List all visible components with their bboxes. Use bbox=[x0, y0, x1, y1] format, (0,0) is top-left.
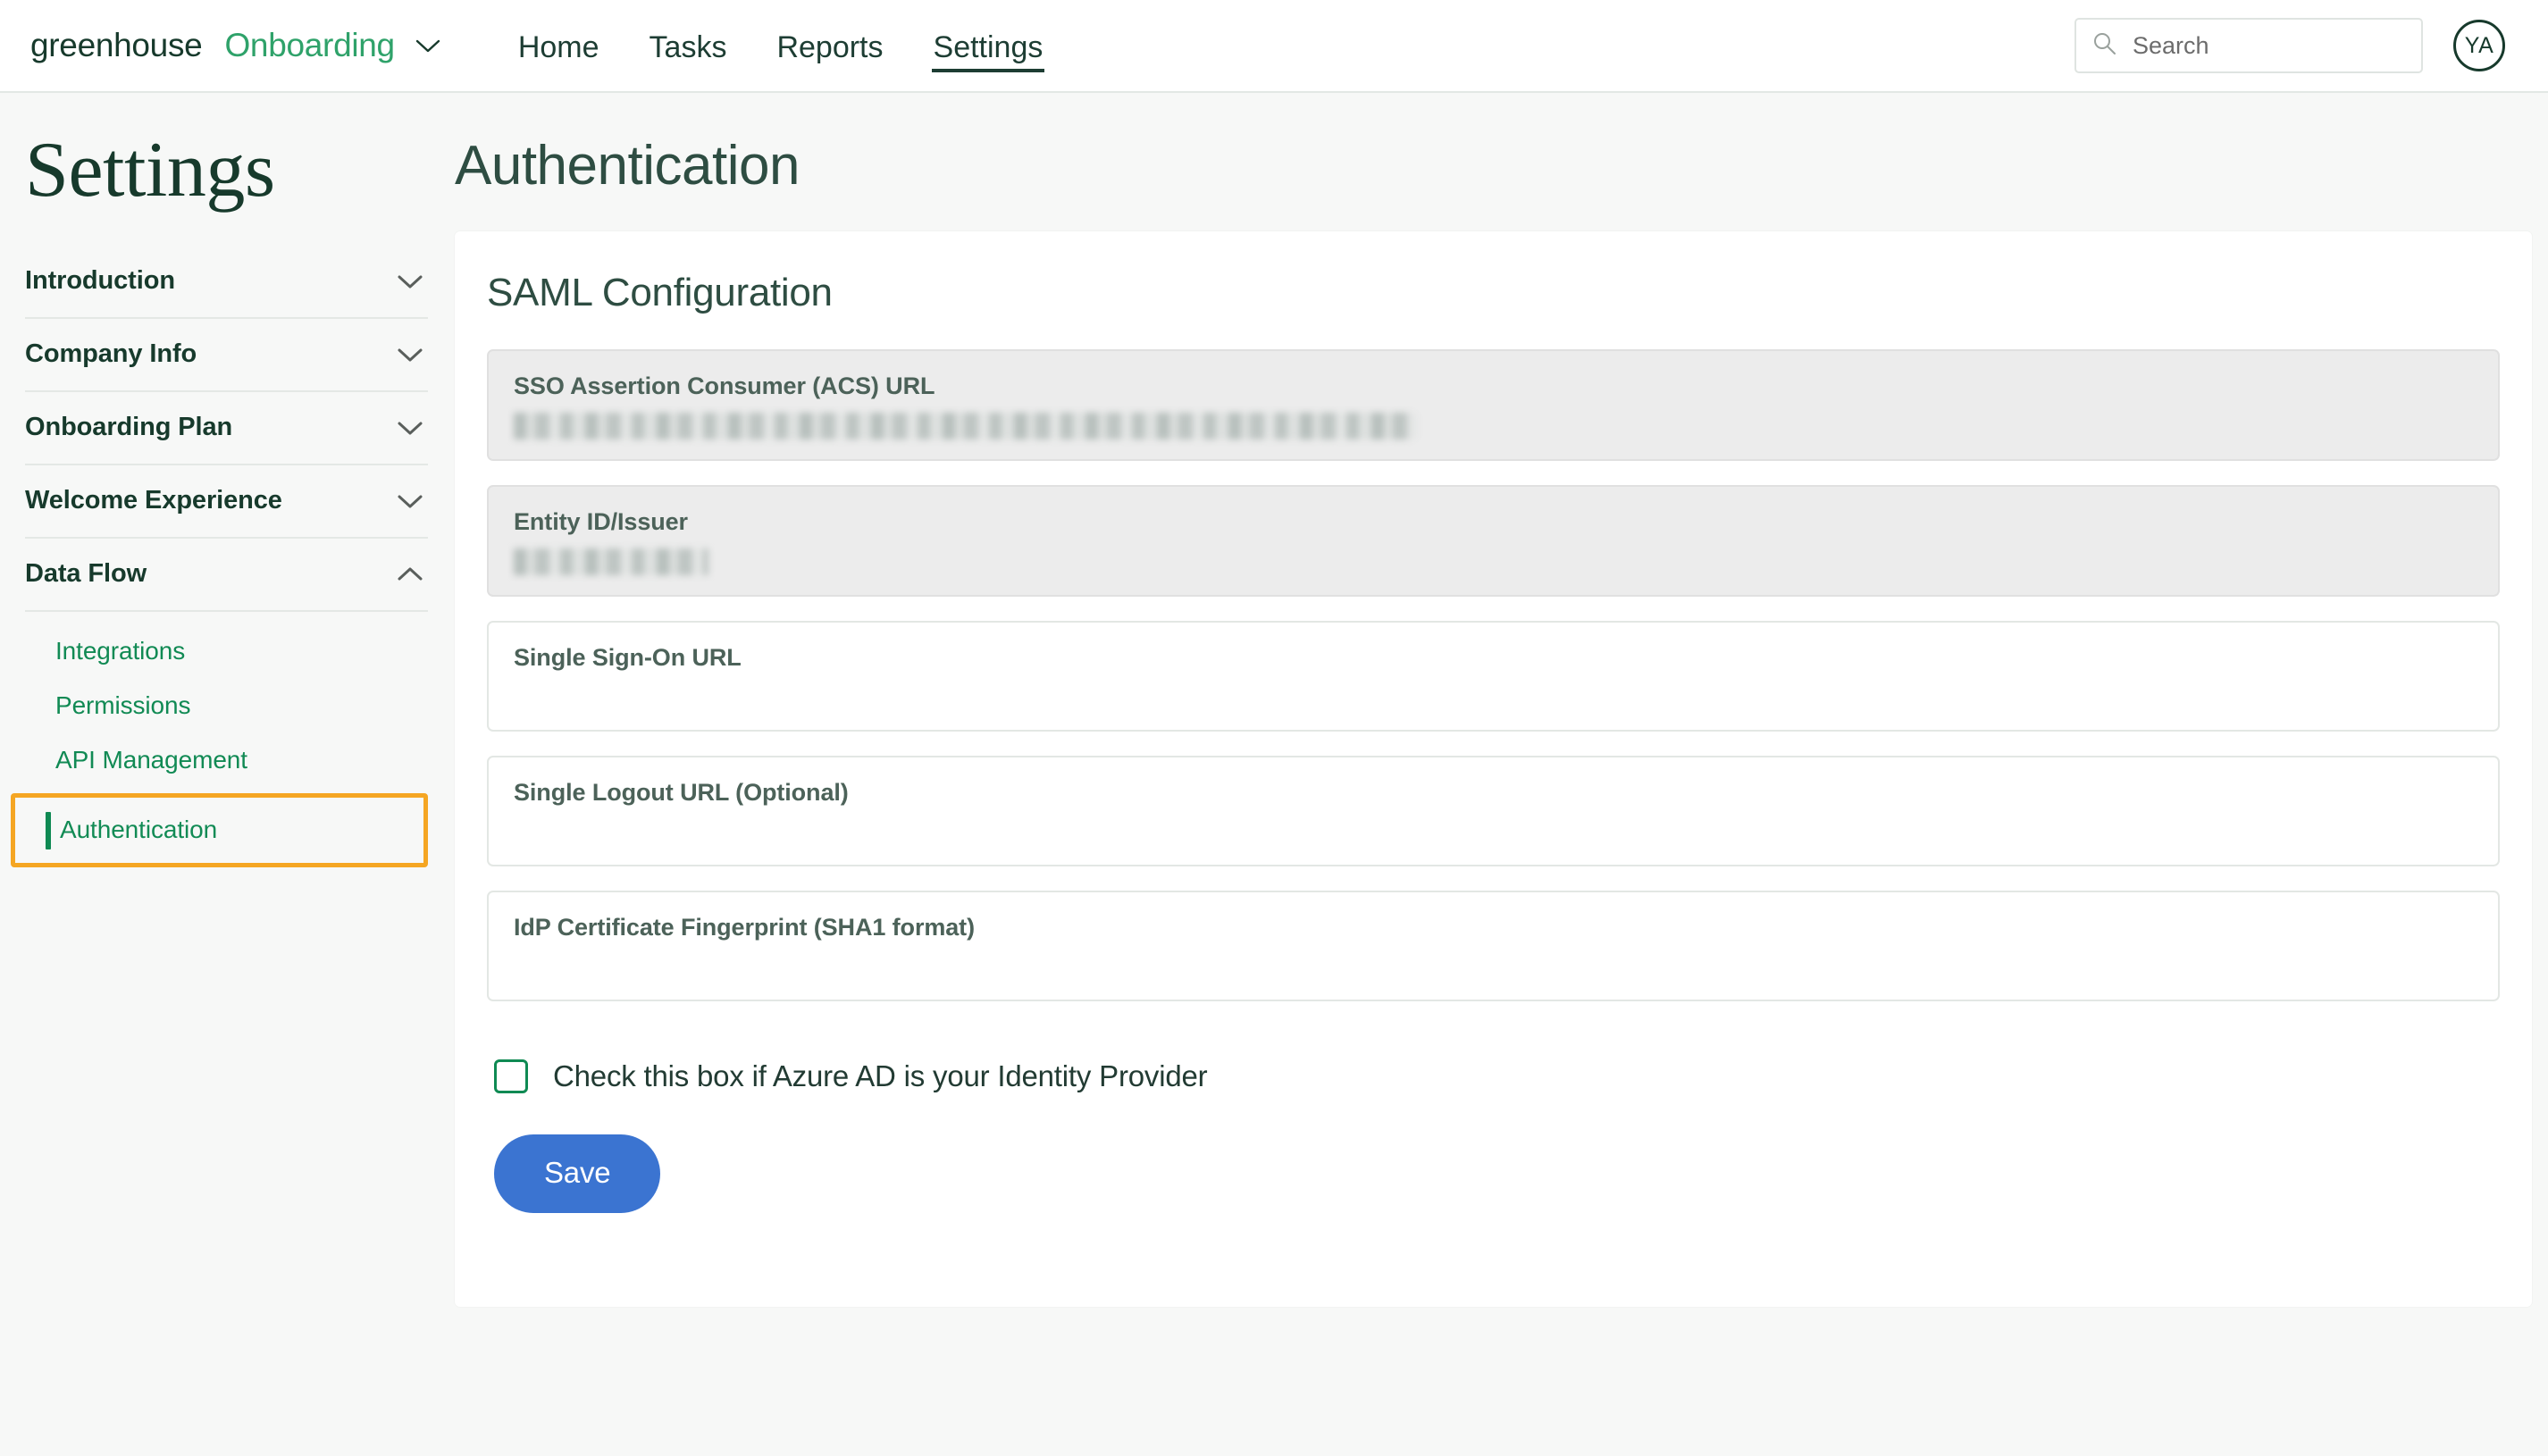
field-single-sign-on-url[interactable]: Single Sign-On URL bbox=[487, 621, 2500, 732]
azure-ad-checkbox-row: Check this box if Azure AD is your Ident… bbox=[487, 1025, 2500, 1093]
page-body: Settings Introduction Company Info Onboa… bbox=[0, 93, 2548, 1456]
sidebar-section-label: Onboarding Plan bbox=[25, 413, 233, 441]
field-sso-acs-url: SSO Assertion Consumer (ACS) URL bbox=[487, 349, 2500, 461]
sidebar-section-label: Welcome Experience bbox=[25, 486, 282, 515]
chevron-down-icon[interactable] bbox=[396, 419, 424, 437]
save-button[interactable]: Save bbox=[494, 1134, 661, 1213]
azure-ad-checkbox-label: Check this box if Azure AD is your Ident… bbox=[553, 1059, 1208, 1092]
sidebar-section-label: Company Info bbox=[25, 339, 197, 368]
sidebar-section-introduction[interactable]: Introduction bbox=[25, 246, 428, 319]
app-header: greenhouse Onboarding Home Tasks Reports… bbox=[0, 0, 2548, 93]
azure-ad-checkbox[interactable] bbox=[494, 1059, 528, 1093]
chevron-down-icon[interactable] bbox=[415, 38, 441, 54]
sidebar-section-label: Data Flow bbox=[25, 559, 147, 588]
redacted-value bbox=[514, 413, 1416, 439]
search-icon bbox=[2092, 31, 2116, 60]
field-label: Single Sign-On URL bbox=[514, 644, 742, 671]
card-title: SAML Configuration bbox=[487, 271, 833, 314]
sidebar-section-data-flow[interactable]: Data Flow bbox=[25, 539, 428, 612]
page-title: Settings bbox=[25, 127, 275, 213]
sidebar-item-integrations[interactable]: Integrations bbox=[25, 624, 428, 679]
annotation-highlight-box: Authentication bbox=[11, 793, 428, 867]
redacted-value bbox=[514, 548, 708, 575]
chevron-down-icon[interactable] bbox=[396, 272, 424, 290]
avatar[interactable]: YA bbox=[2453, 20, 2505, 71]
chevron-down-icon[interactable] bbox=[396, 492, 424, 510]
sidebar-item-label: Authentication bbox=[60, 816, 218, 843]
content-heading: Authentication bbox=[455, 135, 800, 197]
main-content: Authentication SAML Configuration SSO As… bbox=[455, 93, 2548, 1456]
chevron-down-icon[interactable] bbox=[396, 346, 424, 364]
sidebar-section-welcome-experience[interactable]: Welcome Experience bbox=[25, 465, 428, 539]
header-right-group: YA bbox=[2074, 18, 2505, 73]
nav-item-settings[interactable]: Settings bbox=[931, 0, 1045, 92]
brand-accent-text: Onboarding bbox=[224, 27, 395, 63]
sidebar-section-onboarding-plan[interactable]: Onboarding Plan bbox=[25, 392, 428, 465]
field-single-logout-url[interactable]: Single Logout URL (Optional) bbox=[487, 756, 2500, 866]
field-label: SSO Assertion Consumer (ACS) URL bbox=[514, 372, 935, 399]
sidebar-section-label: Introduction bbox=[25, 266, 175, 295]
field-label: IdP Certificate Fingerprint (SHA1 format… bbox=[514, 914, 975, 941]
brand-primary-text: greenhouse bbox=[30, 27, 203, 63]
search-input[interactable] bbox=[2133, 31, 2405, 60]
sidebar-item-permissions[interactable]: Permissions bbox=[25, 679, 428, 733]
main-navigation: Home Tasks Reports Settings bbox=[516, 0, 1045, 92]
sidebar-item-authentication[interactable]: Authentication bbox=[29, 798, 423, 863]
field-label: Entity ID/Issuer bbox=[514, 508, 688, 535]
sidebar-section-company-info[interactable]: Company Info bbox=[25, 319, 428, 392]
settings-sidebar: Settings Introduction Company Info Onboa… bbox=[0, 93, 455, 1456]
sidebar-item-api-management[interactable]: API Management bbox=[25, 733, 428, 788]
nav-item-reports[interactable]: Reports bbox=[775, 0, 884, 92]
search-box[interactable] bbox=[2074, 18, 2423, 73]
data-flow-subnav: Integrations Permissions API Management … bbox=[11, 612, 428, 867]
chevron-up-icon[interactable] bbox=[396, 565, 424, 583]
field-label: Single Logout URL (Optional) bbox=[514, 779, 849, 806]
nav-item-tasks[interactable]: Tasks bbox=[648, 0, 729, 92]
brand-logo[interactable]: greenhouse Onboarding bbox=[30, 27, 441, 64]
field-idp-certificate-fingerprint[interactable]: IdP Certificate Fingerprint (SHA1 format… bbox=[487, 891, 2500, 1001]
nav-item-home[interactable]: Home bbox=[516, 0, 601, 92]
field-entity-id-issuer: Entity ID/Issuer bbox=[487, 485, 2500, 597]
saml-configuration-card: SAML Configuration SSO Assertion Consume… bbox=[455, 231, 2532, 1307]
active-indicator-bar bbox=[46, 812, 51, 849]
